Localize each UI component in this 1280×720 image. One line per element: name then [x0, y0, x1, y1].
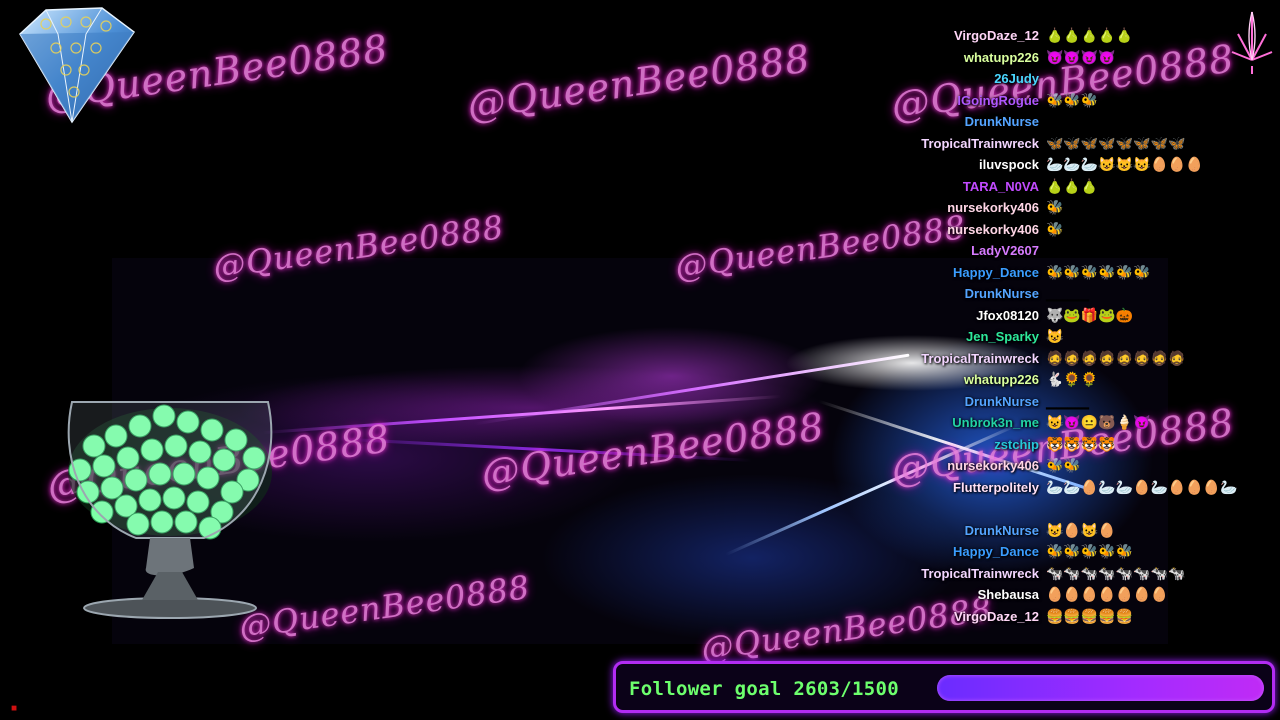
- follower-goal-fill: [937, 675, 1264, 701]
- chat-emotes: 🍐🍐🍐: [1046, 177, 1099, 194]
- chat-emotes: 😺🥚😺🥚: [1046, 521, 1116, 538]
- chat-username[interactable]: iluvspock: [979, 157, 1039, 172]
- chat-message: DrunkNurse 😺🥚😺🥚: [880, 521, 1250, 543]
- chat-username[interactable]: Shebausa: [978, 587, 1039, 602]
- light-streak: [332, 437, 752, 462]
- chat-username[interactable]: Flutterpolitely: [953, 480, 1039, 495]
- chat-username[interactable]: TARA_N0VA: [963, 179, 1039, 194]
- chat-emotes: 🦢🦢🦢😺😺😺🥚🥚🥚: [1046, 156, 1203, 172]
- chat-emotes: 😺: [1046, 328, 1064, 344]
- chat-username[interactable]: LadyV2607: [971, 243, 1039, 258]
- chat-message: whatupp226 😈😈😈😈: [880, 48, 1250, 70]
- follower-goal-bar: [937, 675, 1264, 701]
- chat-emotes: 🐄🐄🐄🐄🐄🐄🐄🐄: [1046, 564, 1186, 581]
- chat-message: zstchip 🐯🐯🐯🐯: [880, 435, 1250, 457]
- chat-username[interactable]: Unbrok3n_me: [952, 415, 1039, 430]
- chat-emotes: 🐇🌻🌻: [1046, 371, 1099, 387]
- chat-emotes: 🍔🍔🍔🍔🍔: [1046, 607, 1134, 624]
- chat-message: VirgoDaze_12 🍐🍐🍐🍐🍐: [880, 26, 1250, 48]
- chat-emotes: 🦋🦋🦋🦋🦋🦋🦋🦋: [1046, 134, 1186, 151]
- diamond-icon: [19, 7, 136, 124]
- follower-goal-widget: Follower goal 2603/1500: [613, 661, 1275, 713]
- chat-username[interactable]: IGoingRogue: [957, 93, 1039, 108]
- chat-message: TropicalTrainwreck 🦋🦋🦋🦋🦋🦋🦋🦋: [880, 134, 1250, 156]
- chat-emotes: 🐝🐝🐝🐝🐝: [1046, 543, 1134, 559]
- chat-username[interactable]: whatupp226: [964, 50, 1039, 65]
- chat-message: DrunkNurse ▁▁▁▁: [880, 112, 1250, 134]
- chat-message: nursekorky406 🐝🐝: [880, 456, 1250, 478]
- chat-username[interactable]: DrunkNurse: [965, 286, 1039, 301]
- chat-message: TropicalTrainwreck 🐄🐄🐄🐄🐄🐄🐄🐄: [880, 564, 1250, 586]
- chat-message: Happy_Dance 🐝🐝🐝🐝🐝: [880, 542, 1250, 564]
- chat-message: LadyV2607 ✓ ✓ ✓ ✓ ✓ ✓ ✓: [880, 241, 1250, 263]
- chat-username[interactable]: zstchip: [994, 437, 1039, 452]
- chat-emotes: 🐯🐯🐯🐯: [1046, 435, 1116, 452]
- candy-glass-icon: [67, 401, 273, 619]
- chat-emotes: 😺😈😐🐻🍦😈: [1046, 414, 1151, 430]
- chat-emotes: 🐺🐸🎁🐸🎃: [1046, 306, 1134, 323]
- chat-username[interactable]: Happy_Dance: [953, 265, 1039, 280]
- chat-username[interactable]: nursekorky406: [947, 458, 1039, 473]
- chat-username[interactable]: nursekorky406: [947, 200, 1039, 215]
- chat-message: DrunkNurse ▁▁▁▁: [880, 392, 1250, 414]
- chat-message: Flutterpolitely 🦢🦢🥚🦢🦢🥚🦢🥚🥚🥚🦢: [880, 478, 1250, 521]
- chat-message: nursekorky406 🐝: [880, 220, 1250, 242]
- chat-emotes: ▁▁▁▁: [1046, 113, 1090, 129]
- chat-message: Jen_Sparky 😺: [880, 327, 1250, 349]
- chat-message: Shebausa 🥚🥚🥚🥚🥚🥚🥚: [880, 585, 1250, 607]
- chat-username[interactable]: whatupp226: [964, 372, 1039, 387]
- chat-emotes: 🐝🐝🐝: [1046, 91, 1099, 108]
- chat-emotes: ▁▁▁▁: [1046, 285, 1090, 301]
- chat-username[interactable]: DrunkNurse: [965, 523, 1039, 538]
- chat-message: Unbrok3n_me 😺😈😐🐻🍦😈: [880, 413, 1250, 435]
- follower-goal-label: Follower goal 2603/1500: [629, 678, 899, 700]
- chat-username[interactable]: nursekorky406: [947, 222, 1039, 237]
- chat-emotes: 😈😈😈😈: [1046, 48, 1116, 65]
- chat-message: TARA_N0VA 🍐🍐🍐: [880, 177, 1250, 199]
- chat-list: VirgoDaze_12 🍐🍐🍐🍐🍐 whatupp226 😈😈😈😈 26Judy IGo…: [880, 26, 1250, 628]
- chat-emotes: 🦢🦢🥚🦢🦢🥚🦢🥚🥚🥚🦢: [1046, 478, 1238, 495]
- stream-overlay: @QueenBee0888 @QueenBee0888 @QueenBee088…: [0, 0, 1280, 720]
- chat-emotes: 🐝🐝🐝🐝🐝🐝: [1046, 263, 1151, 280]
- chat-username[interactable]: TropicalTrainwreck: [921, 136, 1039, 151]
- chat-username[interactable]: TropicalTrainwreck: [921, 566, 1039, 581]
- chat-username[interactable]: VirgoDaze_12: [954, 28, 1039, 43]
- chat-message: whatupp226 🐇🌻🌻: [880, 370, 1250, 392]
- chat-username[interactable]: TropicalTrainwreck: [921, 351, 1039, 366]
- watermark-text: @QueenBee0888: [464, 36, 814, 128]
- chat-username[interactable]: DrunkNurse: [965, 114, 1039, 129]
- chat-emotes: 🐝🐝: [1046, 457, 1081, 473]
- chat-message: DrunkNurse ▁▁▁▁: [880, 284, 1250, 306]
- chat-message: IGoingRogue 🐝🐝🐝: [880, 91, 1250, 113]
- chat-username[interactable]: Jen_Sparky: [966, 329, 1039, 344]
- chat-message: VirgoDaze_12 🍔🍔🍔🍔🍔: [880, 607, 1250, 629]
- chat-username[interactable]: 26Judy: [994, 71, 1039, 86]
- chat-emotes: 🐝: [1046, 199, 1064, 215]
- chat-message: Happy_Dance 🐝🐝🐝🐝🐝🐝: [880, 263, 1250, 285]
- chat-emotes: 🧔🧔🧔🧔🧔🧔🧔🧔: [1046, 349, 1186, 366]
- red-corner-icon: ■: [11, 703, 18, 714]
- chat-username[interactable]: DrunkNurse: [965, 394, 1039, 409]
- chat-emotes: ✓ ✓ ✓ ✓ ✓ ✓ ✓: [1046, 242, 1152, 258]
- chat-emotes: 🥚🥚🥚🥚🥚🥚🥚: [1046, 586, 1169, 602]
- chat-message: nursekorky406 🐝: [880, 198, 1250, 220]
- chat-username[interactable]: Jfox08120: [976, 308, 1039, 323]
- chat-username[interactable]: Happy_Dance: [953, 544, 1039, 559]
- chat-message: iluvspock 🦢🦢🦢😺😺😺🥚🥚🥚: [880, 155, 1250, 177]
- chat-message: Jfox08120 🐺🐸🎁🐸🎃: [880, 306, 1250, 328]
- chat-emotes: ▁▁▁▁: [1046, 392, 1090, 409]
- chat-emotes: 🐝: [1046, 220, 1064, 237]
- chat-username[interactable]: VirgoDaze_12: [954, 609, 1039, 624]
- light-streak: [474, 353, 910, 426]
- chat-message: 26Judy: [880, 69, 1250, 91]
- chat-message: TropicalTrainwreck 🧔🧔🧔🧔🧔🧔🧔🧔: [880, 349, 1250, 371]
- chat-emotes: 🍐🍐🍐🍐🍐: [1046, 27, 1134, 43]
